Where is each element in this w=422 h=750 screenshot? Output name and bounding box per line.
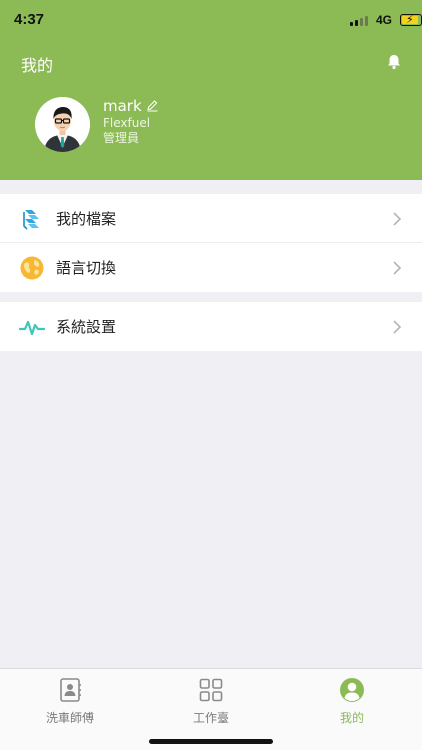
network-type: 4G (376, 13, 393, 27)
user-role: 管理員 (103, 131, 140, 145)
tab-label: 洗車師傅 (45, 711, 94, 725)
tab-label: 工作臺 (192, 711, 229, 725)
chevron-right-icon (393, 320, 402, 334)
chevron-right-icon (393, 212, 402, 226)
battery-icon: ⚡ (400, 13, 422, 26)
status-bar: 4:37 4G ⚡ (0, 0, 422, 40)
tab-workbench[interactable]: 工作臺 (141, 669, 281, 729)
menu-item-system-settings[interactable]: 系統設置 (0, 302, 422, 351)
avatar-illustration (35, 97, 90, 152)
edit-icon[interactable] (146, 99, 159, 112)
avatar[interactable] (35, 97, 90, 152)
chevron-right-icon (393, 261, 402, 275)
menu-item-my-profile[interactable]: 我的檔案 (0, 194, 422, 243)
menu-label: 系統設置 (56, 318, 117, 336)
pulse-icon (19, 320, 45, 336)
menu-label: 語言切換 (56, 259, 117, 277)
signal-icon (350, 15, 370, 26)
menu-group-account: 我的檔案 語言切換 (0, 194, 422, 292)
profile-file-icon (23, 210, 39, 230)
user-company: Flexfuel (103, 116, 151, 130)
tab-car-wash-staff[interactable]: 洗車師傅 (0, 669, 140, 729)
menu-label: 我的檔案 (56, 210, 117, 228)
page-title: 我的 (21, 56, 54, 75)
user-circle-icon (340, 678, 364, 702)
profile-header: 4:37 4G ⚡ 我的 mark Flexfuel 管理員 (0, 0, 422, 180)
bell-icon[interactable] (385, 53, 403, 71)
menu-group-settings: 系統設置 (0, 302, 422, 351)
tab-bar: 洗車師傅 工作臺 我的 (0, 668, 422, 750)
globe-icon (20, 256, 44, 280)
menu-item-language[interactable]: 語言切換 (0, 243, 422, 292)
status-time: 4:37 (14, 11, 45, 28)
contacts-book-icon (60, 678, 81, 702)
tab-label: 我的 (339, 711, 364, 725)
home-indicator (149, 739, 273, 744)
grid-icon (199, 678, 223, 702)
user-name: mark (103, 97, 142, 115)
tab-mine[interactable]: 我的 (282, 669, 422, 729)
